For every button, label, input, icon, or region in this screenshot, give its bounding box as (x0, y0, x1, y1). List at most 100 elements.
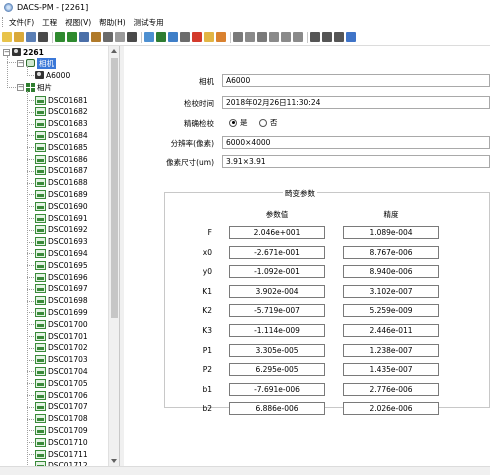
tree-photo-item[interactable]: DSC01687 (35, 165, 88, 177)
zoom-icon[interactable] (79, 32, 89, 42)
calibration-time-field[interactable]: 2018年02月26日11:30:24 (222, 96, 490, 109)
param-value-cell[interactable]: -1.092e-001 (229, 265, 325, 279)
resolution-field[interactable]: 6000×4000 (222, 136, 490, 149)
scroll-thumb[interactable] (111, 58, 118, 318)
precision-cell[interactable]: 1.238e-007 (343, 343, 439, 357)
precision-cell[interactable]: 2.776e-006 (343, 382, 439, 396)
tree-photo-item[interactable]: DSC01681 (35, 94, 88, 106)
collapse-root-icon[interactable]: − (3, 48, 10, 56)
open-icon[interactable] (14, 32, 24, 42)
list-icon[interactable] (257, 32, 267, 42)
doc-a-icon[interactable] (269, 32, 279, 42)
param-value-cell[interactable]: 6.886e-006 (229, 402, 325, 416)
redo-icon[interactable] (67, 32, 77, 42)
tree-photo-item[interactable]: DSC01700 (35, 318, 88, 330)
doc-b-icon[interactable] (281, 32, 291, 42)
tree-camera-group[interactable]: − 相机 (17, 57, 56, 69)
precision-cell[interactable]: 3.102e-007 (343, 284, 439, 298)
precision-cell[interactable]: 1.089e-004 (343, 226, 439, 239)
tree-photo-item[interactable]: DSC01702 (35, 342, 88, 354)
menu-help[interactable]: 帮助(H) (99, 17, 126, 28)
doc-c-icon[interactable] (293, 32, 303, 42)
tree-photo-item[interactable]: DSC01692 (35, 224, 88, 236)
precision-cell[interactable]: 2.446e-011 (343, 324, 439, 337)
flip-icon[interactable] (103, 32, 113, 42)
calc-icon[interactable] (127, 32, 137, 42)
settings-icon[interactable] (216, 32, 226, 42)
stop-icon[interactable] (192, 32, 202, 42)
camera-field[interactable]: A6000 (222, 74, 490, 87)
tree-photo-item[interactable]: DSC01708 (35, 413, 88, 425)
menu-test[interactable]: 测试专用 (134, 17, 164, 28)
scroll-down-icon[interactable] (111, 459, 117, 463)
tree-photo-item[interactable]: DSC01694 (35, 247, 88, 259)
menu-project[interactable]: 工程 (42, 17, 57, 28)
param-value-cell[interactable]: 3.902e-004 (229, 284, 325, 298)
tree-photo-item[interactable]: DSC01684 (35, 129, 88, 141)
chart-icon[interactable] (156, 32, 166, 42)
tree-photo-item[interactable]: DSC01683 (35, 118, 88, 130)
photo-icon[interactable] (310, 32, 320, 42)
param-value-cell[interactable]: -2.671e-001 (229, 245, 325, 259)
param-value-cell[interactable]: 2.046e+001 (229, 226, 325, 239)
precision-cell[interactable]: 1.435e-007 (343, 363, 439, 377)
tree-photo-item[interactable]: DSC01688 (35, 177, 88, 189)
tree-photo-item[interactable]: DSC01710 (35, 436, 88, 448)
radio-no[interactable]: 否 (259, 117, 278, 128)
table-icon[interactable] (233, 32, 243, 42)
param-value-cell[interactable]: -1.114e-009 (229, 324, 325, 337)
tree-photo-item[interactable]: DSC01703 (35, 354, 88, 366)
tree-photo-item[interactable]: DSC01699 (35, 306, 88, 318)
radio-no-icon[interactable] (259, 118, 267, 127)
precision-cell[interactable]: 5.259e-009 (343, 304, 439, 318)
tree-photo-item[interactable]: DSC01682 (35, 106, 88, 118)
tree-photo-item[interactable]: DSC01705 (35, 377, 88, 389)
radio-yes[interactable]: 是 (229, 117, 248, 128)
pixel-size-field[interactable]: 3.91×3.91 (222, 155, 490, 168)
tree-photo-item[interactable]: DSC01706 (35, 389, 88, 401)
grid-view-icon[interactable] (38, 32, 48, 42)
undo-icon[interactable] (55, 32, 65, 42)
param-value-cell[interactable]: -7.691e-006 (229, 382, 325, 396)
tree-photo-item[interactable]: DSC01701 (35, 330, 88, 342)
save-icon[interactable] (26, 32, 36, 42)
precision-cell[interactable]: 2.026e-006 (343, 402, 439, 416)
tree-scrollbar[interactable] (108, 46, 119, 466)
tree-photo-item[interactable]: DSC01696 (35, 271, 88, 283)
menu-file[interactable]: 文件(F) (9, 17, 34, 28)
precision-cell[interactable]: 8.940e-006 (343, 265, 439, 279)
tree-photo-item[interactable]: DSC01686 (35, 153, 88, 165)
param-value-cell[interactable]: 6.295e-005 (229, 363, 325, 377)
tree-camera-item[interactable]: A6000 (35, 69, 70, 81)
menu-view[interactable]: 视图(V) (65, 17, 91, 28)
tree-photo-item[interactable]: DSC01697 (35, 283, 88, 295)
folder-icon[interactable] (204, 32, 214, 42)
copy-icon[interactable] (245, 32, 255, 42)
tree-photo-item[interactable]: DSC01691 (35, 212, 88, 224)
param-value-cell[interactable]: 3.305e-005 (229, 343, 325, 357)
param-value-cell[interactable]: -5.719e-007 (229, 304, 325, 318)
camera-icon[interactable] (180, 32, 190, 42)
scroll-up-icon[interactable] (111, 49, 117, 53)
print-icon[interactable] (322, 32, 332, 42)
collapse-camera-group-icon[interactable]: − (17, 59, 24, 67)
radio-yes-icon[interactable] (229, 118, 237, 127)
pan-icon[interactable] (334, 32, 344, 42)
image-icon[interactable] (144, 32, 154, 42)
tree-photo-item[interactable]: DSC01685 (35, 141, 88, 153)
tree-photo-item[interactable]: DSC01693 (35, 236, 88, 248)
tree-photo-item[interactable]: DSC01698 (35, 295, 88, 307)
ruler-icon[interactable] (115, 32, 125, 42)
tree-photo-item[interactable]: DSC01709 (35, 424, 88, 436)
collapse-photos-group-icon[interactable]: − (17, 83, 24, 91)
new-icon[interactable] (2, 32, 12, 42)
tree-photo-item[interactable]: DSC01689 (35, 188, 88, 200)
measure-icon[interactable] (91, 32, 101, 42)
tree-photo-item[interactable]: DSC01711 (35, 448, 88, 460)
tree-photos-group[interactable]: − 相片 (17, 81, 52, 93)
menu-grip-icon[interactable] (2, 17, 5, 27)
tree-photo-item[interactable]: DSC01707 (35, 401, 88, 413)
help-icon[interactable] (346, 32, 356, 42)
tree-photo-item[interactable]: DSC01690 (35, 200, 88, 212)
tree-photo-item[interactable]: DSC01704 (35, 365, 88, 377)
